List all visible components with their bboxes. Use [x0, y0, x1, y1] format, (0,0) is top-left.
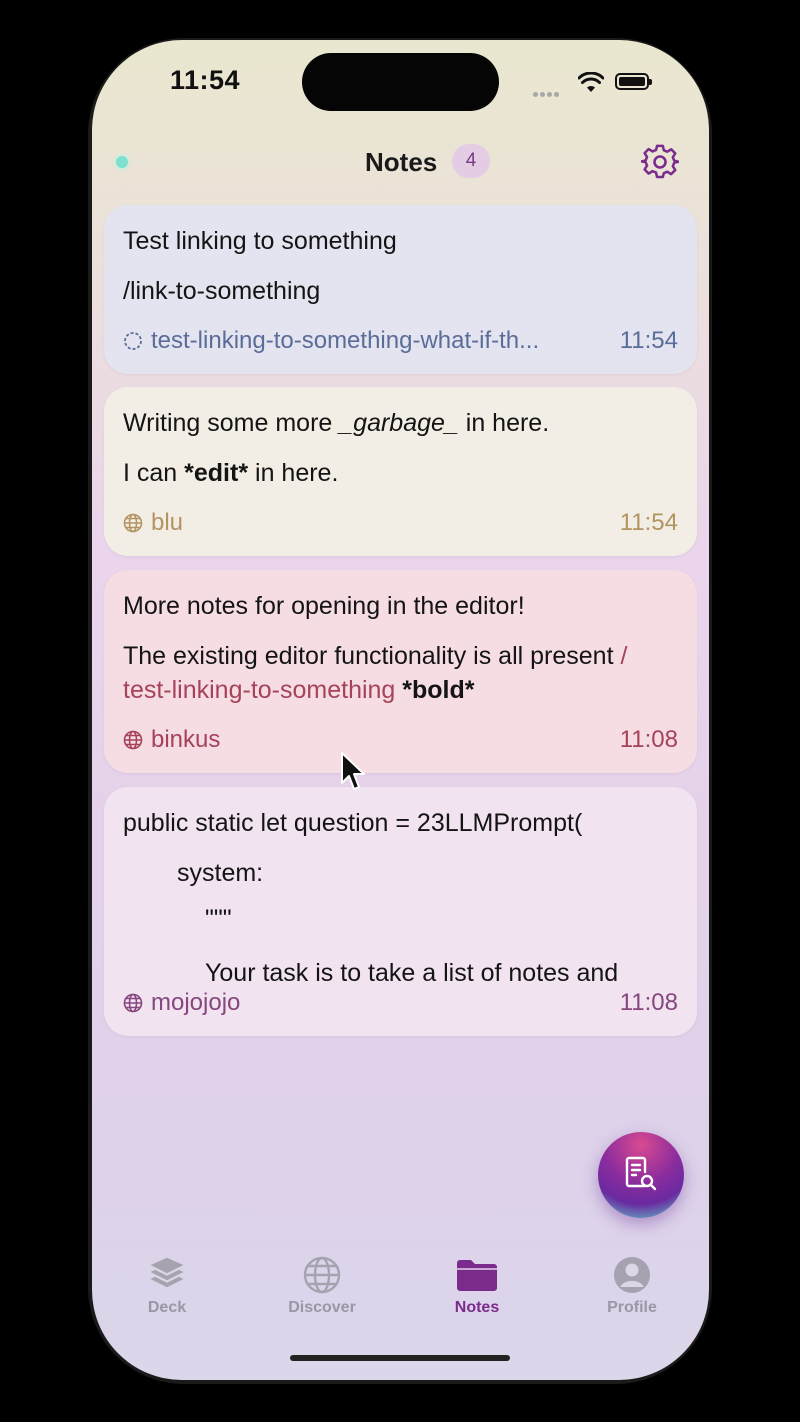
notes-count-badge: 4 [452, 144, 490, 178]
tab-discover[interactable]: Discover [267, 1255, 377, 1317]
note-author: blu [151, 509, 184, 536]
tab-deck[interactable]: Deck [112, 1255, 222, 1317]
note-meta: blu 11:54 [123, 509, 678, 537]
note-card[interactable]: More notes for opening in the editor! Th… [104, 570, 697, 773]
note-link[interactable]: test-linking-to-something [123, 676, 395, 704]
note-author: mojojojo [151, 989, 241, 1016]
tab-label: Notes [454, 1299, 500, 1316]
globe-icon [123, 993, 143, 1013]
note-link[interactable]: /link-to-something [123, 277, 320, 306]
note-author: binkus [151, 726, 221, 753]
document-search-icon [625, 1156, 657, 1191]
note-time: 11:08 [619, 989, 678, 1016]
mouse-cursor-icon [341, 752, 365, 790]
folder-icon [457, 1260, 497, 1291]
globe-icon [123, 513, 143, 533]
cellular-signal-icon [533, 84, 561, 102]
globe-icon [123, 730, 143, 750]
note-card[interactable]: Writing some more _garbage_ in here. I c… [104, 387, 697, 556]
wifi-icon [578, 72, 604, 92]
note-text-faded: Your task is to take a list of notes and [205, 959, 619, 981]
note-text: The existing editor functionality is all… [123, 642, 628, 670]
note-text: test-linking-to-something *bold* [123, 676, 475, 704]
note-time: 11:54 [619, 327, 678, 354]
status-time: 11:54 [170, 65, 241, 95]
note-text: Writing some more _garbage_ in here. [123, 409, 550, 437]
tab-profile[interactable]: Profile [577, 1255, 687, 1317]
note-meta: test-linking-to-something-what-if-th... … [123, 327, 678, 355]
person-icon [614, 1257, 650, 1293]
search-notes-button[interactable] [598, 1132, 684, 1218]
tab-notes[interactable]: Notes [422, 1255, 532, 1317]
note-meta: binkus 11:08 [123, 726, 678, 754]
tab-label: Discover [288, 1299, 356, 1316]
battery-icon [615, 73, 652, 90]
globe-icon [303, 1256, 341, 1294]
gear-icon[interactable] [641, 143, 679, 181]
dynamic-island [302, 53, 499, 111]
tab-label: Deck [147, 1299, 187, 1316]
circle-dashed-icon [124, 332, 142, 350]
note-meta: mojojojo 11:08 [123, 989, 678, 1017]
home-indicator[interactable] [290, 1355, 510, 1361]
note-text: Test linking to something [123, 227, 397, 255]
tab-label: Profile [607, 1299, 657, 1316]
note-card[interactable]: public static let question = 23LLMPrompt… [104, 787, 697, 1036]
note-text: system: [177, 859, 264, 887]
sync-status-dot [116, 156, 128, 168]
note-author: test-linking-to-something-what-if-th... [151, 327, 540, 354]
note-time: 11:08 [619, 726, 678, 753]
note-time: 11:54 [619, 509, 678, 536]
note-card[interactable]: Test linking to something /link-to-somet… [104, 205, 697, 374]
note-text: public static let question = 23LLMPrompt… [123, 809, 583, 837]
page-title: Notes [365, 147, 438, 177]
stack-icon [148, 1256, 186, 1289]
note-text: More notes for opening in the editor! [123, 592, 525, 620]
note-text: I can *edit* in here. [123, 459, 339, 487]
app-screen: 11:54 Notes 4 Test linking to something … [92, 40, 709, 1380]
note-text: """ [205, 905, 232, 933]
